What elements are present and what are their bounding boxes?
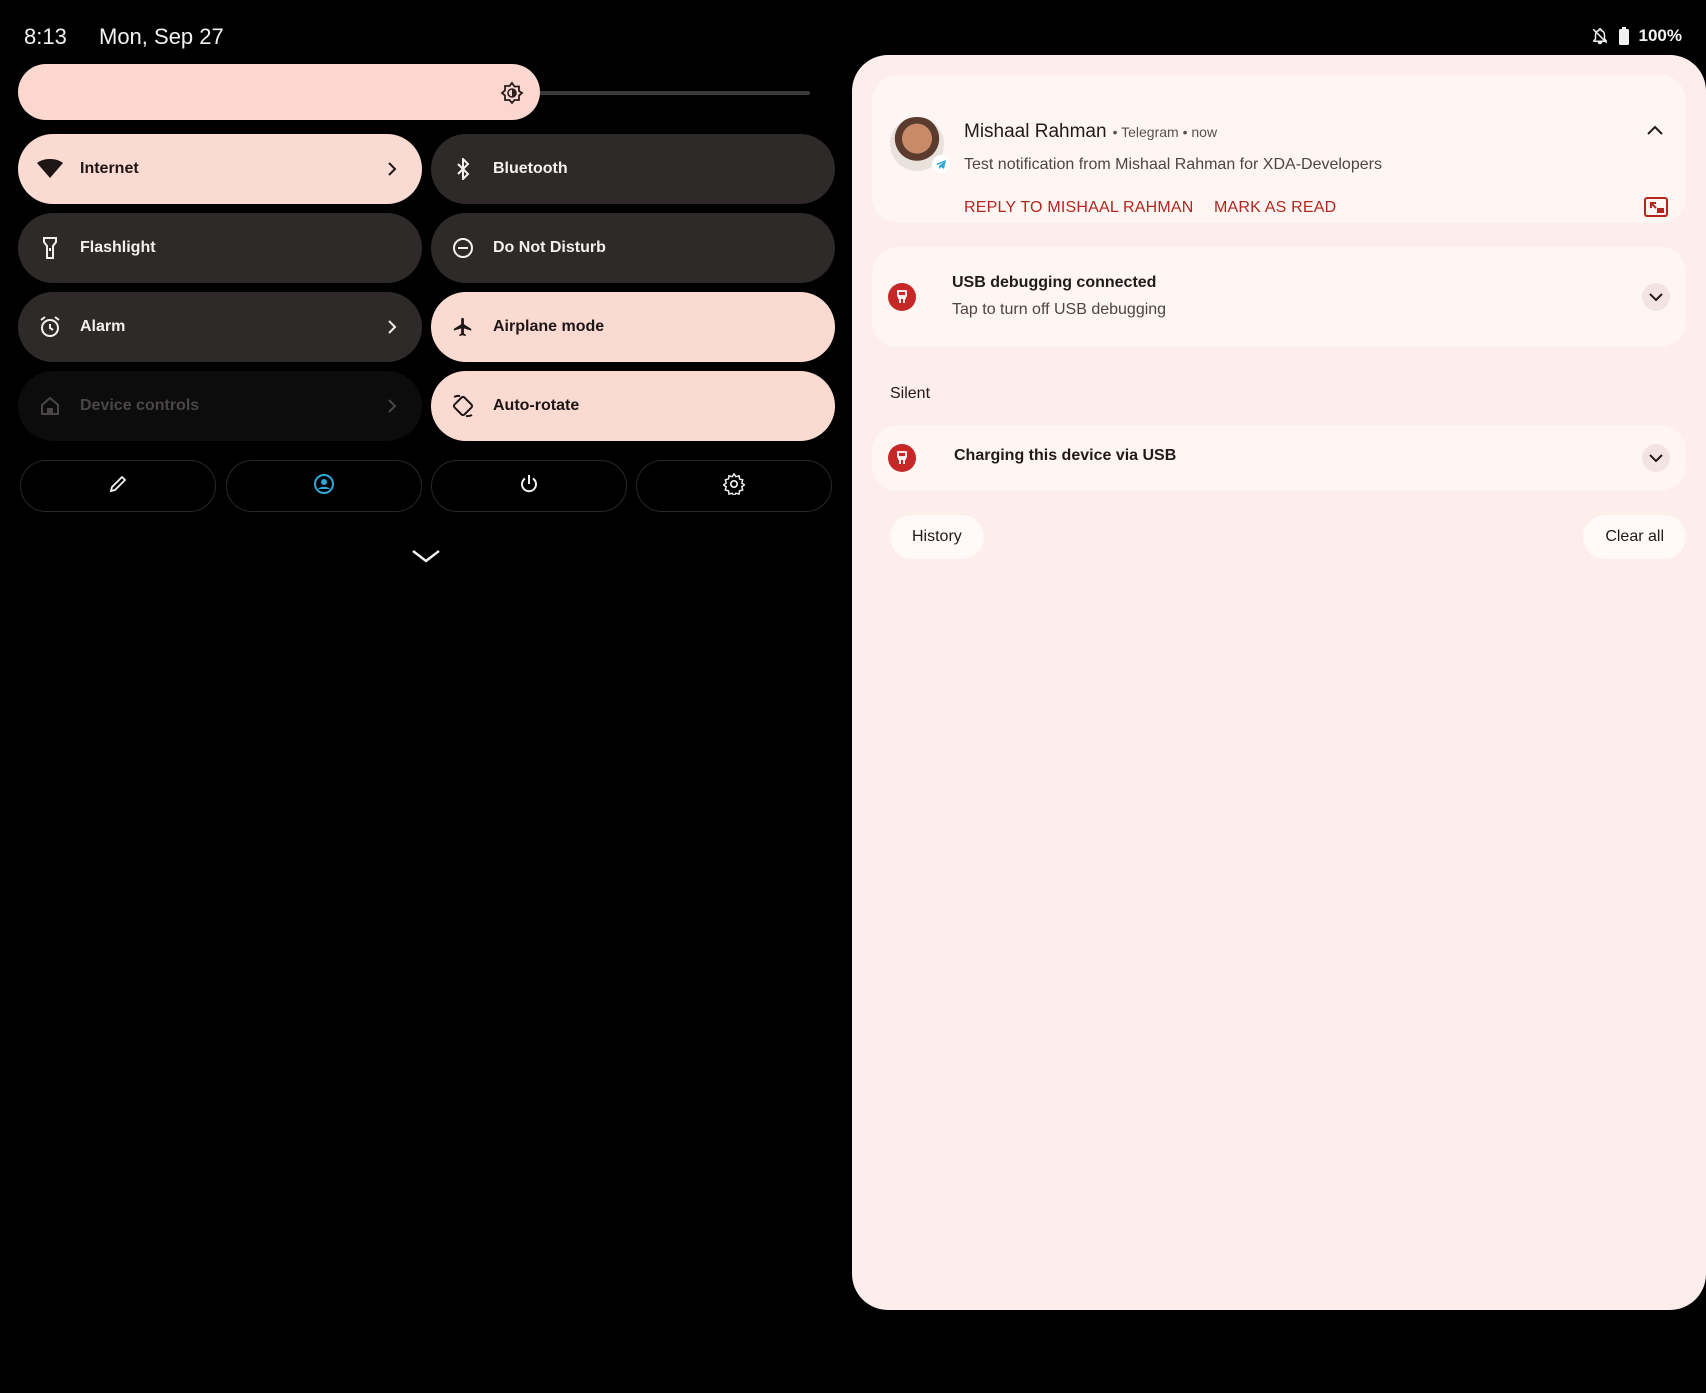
settings-icon — [722, 472, 746, 500]
tile-internet[interactable]: Internet — [18, 134, 422, 204]
usb-debugging-notification[interactable]: USB debugging connected Tap to turn off … — [872, 247, 1686, 347]
notification-body: Test notification from Mishaal Rahman fo… — [964, 156, 1382, 173]
tile-device-controls[interactable]: Device controls — [18, 371, 422, 441]
tile-airplane-mode[interactable]: Airplane mode — [431, 292, 835, 362]
edit-icon — [108, 474, 128, 499]
telegram-icon — [932, 155, 950, 173]
brightness-slider[interactable] — [18, 64, 540, 120]
tile-label: Flashlight — [80, 239, 156, 256]
usb-debugging-subtitle: Tap to turn off USB debugging — [952, 301, 1167, 318]
notification-meta: • Telegram • now — [1112, 124, 1218, 140]
user-icon — [313, 473, 335, 500]
sender-name: Mishaal Rahman — [964, 121, 1107, 142]
flashlight-icon — [36, 234, 64, 262]
brightness-icon — [500, 81, 524, 110]
power-button[interactable] — [431, 460, 627, 512]
chevron-down-icon[interactable] — [1642, 283, 1670, 311]
do-not-disturb-icon — [449, 234, 477, 262]
reply-button[interactable]: REPLY TO MISHAAL RAHMAN — [964, 199, 1194, 217]
tile-do-not-disturb[interactable]: Do Not Disturb — [431, 213, 835, 283]
status-time: 8:13 — [24, 24, 67, 49]
brightness-track[interactable] — [520, 91, 810, 95]
bell-off-icon — [1591, 27, 1609, 45]
quick-settings-screen: 8:13 Mon, Sep 27 100% Internet Bluetooth… — [0, 0, 1706, 1393]
charging-title: Charging this device via USB — [954, 447, 1177, 464]
battery-icon — [1618, 27, 1629, 45]
tile-label: Device controls — [80, 397, 200, 414]
chevron-down-icon[interactable] — [411, 548, 441, 569]
tile-label: Internet — [80, 160, 139, 177]
telegram-notification[interactable]: Mishaal Rahman • Telegram • now Test not… — [872, 75, 1686, 223]
tile-label: Alarm — [80, 318, 126, 335]
power-icon — [519, 474, 539, 499]
tile-label: Airplane mode — [493, 318, 605, 335]
picture-in-picture-icon[interactable] — [1644, 197, 1668, 222]
wifi-icon — [36, 155, 64, 183]
tile-bluetooth[interactable]: Bluetooth — [431, 134, 835, 204]
auto-rotate-icon — [449, 392, 477, 420]
airplane-icon — [449, 313, 477, 341]
notification-shade: Mishaal Rahman • Telegram • now Test not… — [852, 55, 1706, 1310]
bluetooth-icon — [449, 155, 477, 183]
tile-alarm[interactable]: Alarm — [18, 292, 422, 362]
chevron-right-icon — [382, 159, 402, 179]
usb-icon — [888, 444, 916, 472]
status-icons: 100% — [1591, 26, 1682, 46]
avatar — [890, 117, 950, 173]
edit-button[interactable] — [20, 460, 216, 512]
battery-percent: 100% — [1638, 26, 1682, 45]
settings-button[interactable] — [636, 460, 832, 512]
history-button[interactable]: History — [890, 515, 984, 559]
status-date: Mon, Sep 27 — [99, 24, 224, 49]
tile-label: Do Not Disturb — [493, 239, 606, 256]
silent-section-header: Silent — [890, 385, 931, 402]
mark-as-read-button[interactable]: MARK AS READ — [1214, 199, 1336, 217]
usb-debugging-title: USB debugging connected — [952, 274, 1157, 291]
notification-header: Mishaal Rahman • Telegram • now — [964, 121, 1217, 143]
usb-icon — [888, 283, 916, 311]
tile-label: Bluetooth — [493, 160, 568, 177]
chevron-right-icon — [382, 396, 402, 416]
chevron-down-icon[interactable] — [1642, 444, 1670, 472]
charging-notification[interactable]: Charging this device via USB — [872, 425, 1686, 491]
tile-auto-rotate[interactable]: Auto-rotate — [431, 371, 835, 441]
tile-label: Auto-rotate — [493, 397, 580, 414]
home-icon — [36, 392, 64, 420]
clear-all-button[interactable]: Clear all — [1583, 515, 1686, 559]
user-switcher-button[interactable] — [226, 460, 422, 512]
alarm-icon — [36, 313, 64, 341]
chevron-up-icon[interactable] — [1642, 117, 1668, 143]
chevron-right-icon — [382, 317, 402, 337]
tile-flashlight[interactable]: Flashlight — [18, 213, 422, 283]
